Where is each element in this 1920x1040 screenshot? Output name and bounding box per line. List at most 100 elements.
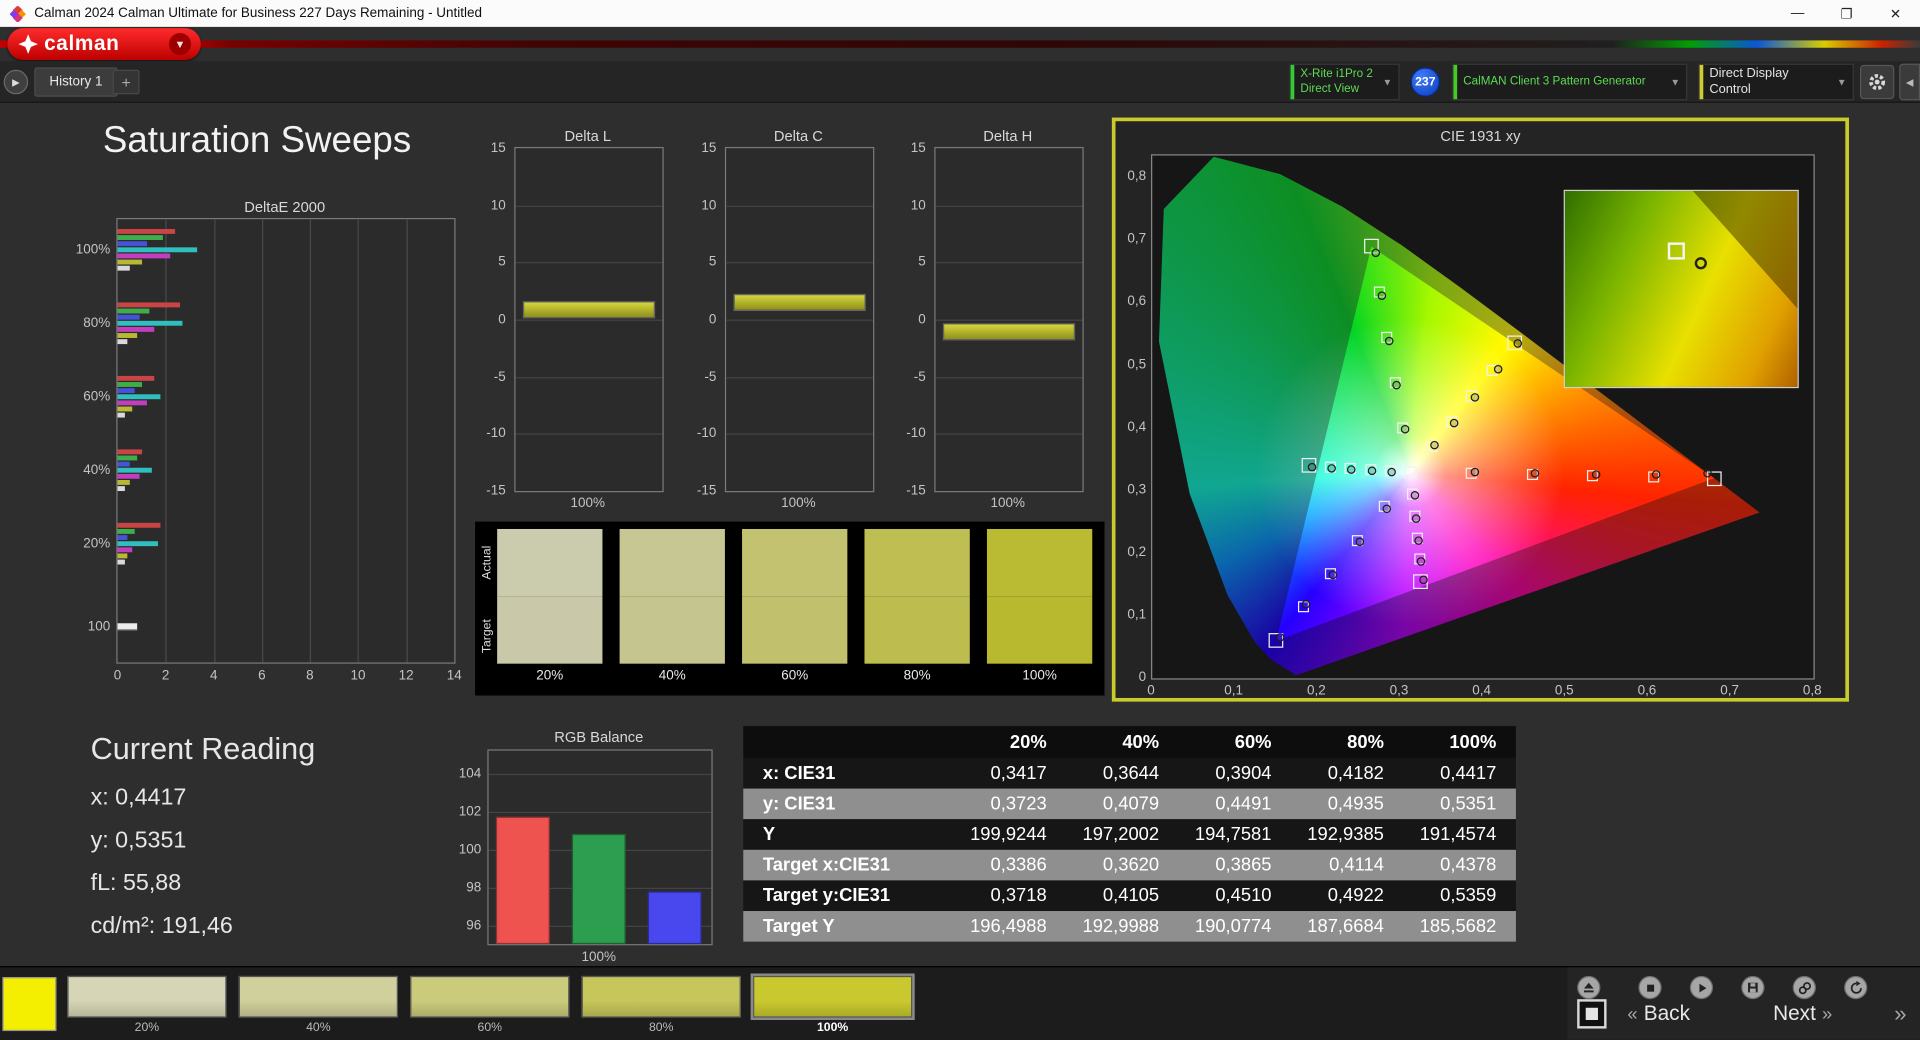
delta-value-bar bbox=[942, 323, 1076, 341]
actual-swatch bbox=[986, 528, 1093, 597]
gridline bbox=[935, 205, 1083, 207]
table-cell: 187,6684 bbox=[1307, 915, 1384, 937]
gridline bbox=[515, 433, 663, 436]
gridline bbox=[261, 219, 264, 663]
pattern-swatch-20%[interactable] bbox=[67, 975, 227, 1018]
minimize-button[interactable]: — bbox=[1773, 0, 1822, 27]
deltae-bar bbox=[117, 339, 128, 345]
rgb-y-tick: 102 bbox=[458, 803, 482, 819]
refresh-icon bbox=[1850, 980, 1862, 994]
table-header-cell: 20% bbox=[1009, 731, 1047, 753]
deltae-bar bbox=[117, 320, 183, 326]
deltae-bar bbox=[117, 547, 132, 553]
save-button[interactable] bbox=[1741, 975, 1765, 1000]
saturation-swatch-strip: Actual Target 20% 40% 60% 80% 100% bbox=[475, 521, 1105, 696]
measured-marker-yellow bbox=[1449, 418, 1458, 428]
pattern-swatch-80%[interactable] bbox=[581, 975, 741, 1018]
table-cell: 192,9385 bbox=[1307, 824, 1384, 845]
measured-marker-magenta bbox=[1411, 513, 1421, 523]
add-tab-button[interactable]: + bbox=[112, 69, 140, 95]
close-button[interactable]: ✕ bbox=[1871, 0, 1920, 27]
cie-x-tick: 0,8 bbox=[1802, 683, 1822, 698]
deltae-bar bbox=[117, 528, 135, 534]
play-button[interactable] bbox=[1689, 975, 1714, 1000]
actual-row-label: Actual bbox=[480, 545, 495, 580]
maximize-button[interactable]: ❐ bbox=[1822, 0, 1871, 27]
meter-mode: Direct View bbox=[1300, 82, 1360, 96]
gridline bbox=[213, 219, 216, 663]
meter-dropdown[interactable]: X-Rite i1Pro 2 Direct View ▼ bbox=[1289, 63, 1400, 101]
pattern-swatch-label: 100% bbox=[816, 1021, 849, 1035]
deltae-bar-white bbox=[117, 623, 137, 631]
gridline bbox=[406, 219, 408, 663]
delta-y-tick: -15 bbox=[696, 483, 717, 499]
sidebar-expand-button[interactable]: ▶ bbox=[3, 69, 29, 95]
rgb-y-tick: 98 bbox=[466, 879, 482, 895]
saturation-swatch bbox=[497, 528, 603, 664]
settings-button[interactable] bbox=[1860, 64, 1895, 100]
delta-y-tick: -5 bbox=[913, 369, 926, 385]
calman-logo-icon bbox=[18, 34, 38, 54]
window-title: Calman 2024 Calman Ultimate for Business… bbox=[34, 6, 482, 21]
cie-y-tick: 0,8 bbox=[1127, 169, 1147, 184]
deltae-x-tick: 6 bbox=[258, 668, 266, 684]
delta-y-tick: 15 bbox=[910, 140, 926, 156]
back-button[interactable]: « Back bbox=[1621, 999, 1690, 1028]
rgb-balance-xlabel: 100% bbox=[581, 950, 616, 965]
delta-l-xlabel: 100% bbox=[570, 495, 605, 511]
current-reading-line: y: 0,5351 bbox=[90, 827, 187, 854]
cie-x-tick: 0,7 bbox=[1720, 683, 1739, 698]
table-row: Target y:CIE31 0,3718 0,4105 0,4510 0,4922 0,… bbox=[743, 880, 1516, 912]
rgb-bar-green bbox=[571, 834, 626, 945]
rgb-y-tick: 100 bbox=[458, 841, 482, 857]
deltae-bar bbox=[117, 247, 197, 253]
chevron-down-icon: ▼ bbox=[1670, 76, 1681, 88]
rgb-bar-red bbox=[495, 816, 550, 945]
delta-y-tick: 5 bbox=[918, 255, 926, 270]
deltae-bar bbox=[117, 449, 142, 455]
display-control-dropdown[interactable]: Direct Display Control ▼ bbox=[1698, 63, 1854, 101]
pattern-window-button[interactable] bbox=[1577, 999, 1607, 1029]
delta-c-xlabel: 100% bbox=[781, 495, 816, 511]
deltae-x-tick: 10 bbox=[350, 668, 366, 684]
deltae-y-label: 20% bbox=[83, 536, 111, 552]
tab-history-1[interactable]: History 1 bbox=[34, 67, 118, 97]
calman-menu-button[interactable]: calman ▼ bbox=[7, 28, 201, 61]
gear-icon bbox=[1869, 74, 1886, 91]
gridline bbox=[935, 262, 1083, 264]
table-cell: 0,3723 bbox=[990, 793, 1047, 815]
next-button[interactable]: Next » bbox=[1773, 999, 1838, 1028]
pattern-swatch-100%[interactable] bbox=[750, 973, 915, 1021]
table-row: Target Y 196,4988 192,9988 190,0774 187,6684… bbox=[743, 911, 1516, 942]
current-reading-line: x: 0,4417 bbox=[90, 784, 187, 811]
eject-button[interactable] bbox=[1577, 975, 1601, 1000]
delta-y-tick: -10 bbox=[906, 426, 926, 442]
measured-marker-red bbox=[1591, 470, 1601, 479]
refresh-button[interactable] bbox=[1844, 975, 1868, 1000]
panel-collapse-button[interactable]: ◀ bbox=[1899, 63, 1920, 101]
pattern-generator-dropdown[interactable]: CalMAN Client 3 Pattern Generator ▼ bbox=[1452, 63, 1688, 101]
table-header-row: 20% 40% 60% 80% 100% bbox=[743, 726, 1516, 758]
rgb-balance-plot: 104 102 100 98 96 bbox=[459, 749, 713, 946]
table-row: x: CIE31 0,3417 0,3644 0,3904 0,4182 0,4417 bbox=[743, 757, 1516, 789]
delta-y-tick: 0 bbox=[918, 312, 926, 327]
table-cell: 0,3718 bbox=[990, 885, 1047, 907]
cie-y-tick: 0,6 bbox=[1127, 294, 1147, 310]
table-row-label: Target Y bbox=[762, 915, 835, 937]
measured-marker-yellow bbox=[1470, 393, 1480, 402]
table-cell: 0,4105 bbox=[1102, 885, 1160, 907]
measured-marker-cyan bbox=[1367, 466, 1377, 475]
cie-chart-title: CIE 1931 xy bbox=[1440, 127, 1521, 145]
delta-h-chart: Delta H 15 10 5 0 -5 -10 -15 100% bbox=[906, 122, 1124, 514]
transport-panel: « Back Next » » bbox=[1567, 967, 1920, 1040]
delta-value-bar bbox=[733, 293, 866, 312]
deltae-bar bbox=[117, 388, 135, 394]
pattern-swatch-60%[interactable] bbox=[410, 975, 570, 1018]
expand-next-button[interactable]: » bbox=[1888, 999, 1913, 1028]
meter-count-badge[interactable]: 237 bbox=[1410, 67, 1441, 97]
pattern-swatch-40%[interactable] bbox=[238, 975, 398, 1018]
link-button[interactable] bbox=[1792, 975, 1816, 1000]
stop-button[interactable] bbox=[1638, 975, 1662, 1000]
measurement-table: 20% 40% 60% 80% 100% x: CIE31 0,3417 0,3644 0,39… bbox=[743, 726, 1516, 942]
deltae-bar bbox=[117, 412, 125, 418]
